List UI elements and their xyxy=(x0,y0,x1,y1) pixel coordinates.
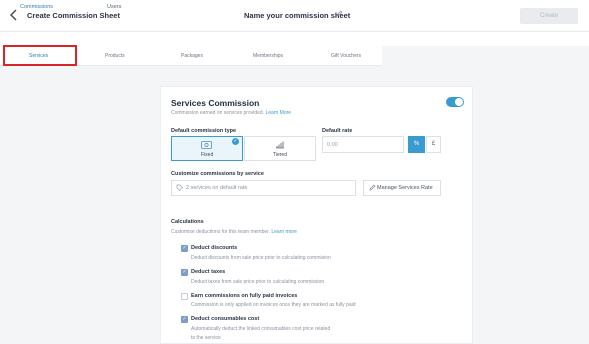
customize-label: Customize commissions by service xyxy=(171,171,264,177)
type-tiered-label: Tiered xyxy=(273,152,287,158)
tab-packages[interactable]: Packages xyxy=(181,53,203,59)
deduct-consumables-title: Deduct consumables cost xyxy=(191,316,260,322)
page-title: Create Commission Sheet xyxy=(27,11,120,20)
manage-services-rate-label: Manage Services Rate xyxy=(377,185,433,191)
calculations-subtitle: Customise deductions for this team membe… xyxy=(171,229,297,235)
create-button[interactable]: Create xyxy=(520,8,578,24)
deduct-consumables-checkbox[interactable]: ✓ xyxy=(181,316,188,323)
money-icon xyxy=(201,141,212,151)
primary-tabs xyxy=(0,32,589,46)
deduct-discounts-title: Deduct discounts xyxy=(191,245,238,251)
deduct-discounts-checkbox[interactable]: ✓ xyxy=(181,245,188,252)
deduct-taxes-title: Deduct taxes xyxy=(191,269,226,275)
percent-button[interactable]: % xyxy=(408,136,425,153)
sheet-name-field[interactable]: Name your commission sheet xyxy=(244,11,350,20)
default-rate-value: 0.00 xyxy=(327,142,338,148)
deduct-taxes-desc: Deduct taxes from sale price prior to ca… xyxy=(191,279,325,285)
deduct-discounts-desc: Deduct discounts from sale price prior t… xyxy=(191,255,331,261)
learn-more-link[interactable]: Learn More xyxy=(266,110,292,116)
default-rate-label: Default rate xyxy=(322,128,353,134)
default-type-label: Default commission type xyxy=(171,128,237,134)
pencil-icon[interactable] xyxy=(336,10,343,19)
tag-icon xyxy=(176,184,183,193)
fully-paid-invoices-checkbox[interactable] xyxy=(181,293,188,300)
tab-commissions[interactable]: Commissions xyxy=(20,4,53,10)
chevron-left-icon[interactable] xyxy=(10,9,22,23)
tab-gift-vouchers[interactable]: Gift Vouchers xyxy=(331,53,361,59)
pencil-icon xyxy=(369,184,376,193)
highlight-box xyxy=(3,45,77,66)
deduct-consumables-desc: Automatically deduct the linked consumab… xyxy=(191,326,331,332)
tab-users[interactable]: Users xyxy=(107,4,121,10)
deduct-taxes-checkbox[interactable]: ✓ xyxy=(181,269,188,276)
calculations-title: Calculations xyxy=(171,219,204,225)
card-subtitle: Commission earned on services provided. … xyxy=(171,110,291,116)
deduct-consumables-desc-2: to the service xyxy=(191,335,221,341)
check-icon: ✓ xyxy=(232,138,239,145)
fully-paid-invoices-title: Earn commissions on fully paid invoices xyxy=(191,293,298,299)
services-select-text: 2 services on default rate xyxy=(186,185,248,191)
tab-products[interactable]: Products xyxy=(105,53,125,59)
type-fixed-label: Fixed xyxy=(201,152,214,158)
card-title: Services Commission xyxy=(171,98,260,108)
calculations-learn-more-link[interactable]: Learn more xyxy=(271,229,297,235)
fully-paid-invoices-desc: Commission is only applied on invoices o… xyxy=(191,302,356,308)
calculations-subtitle-text: Customise deductions for this team membe… xyxy=(171,229,270,235)
currency-button[interactable]: £ xyxy=(426,136,441,153)
tab-memberships[interactable]: Memberships xyxy=(253,53,283,59)
tiered-chart-icon xyxy=(275,140,285,151)
services-commission-toggle[interactable] xyxy=(446,97,464,107)
toggle-knob xyxy=(455,98,463,106)
card-subtitle-text: Commission earned on services provided. xyxy=(171,110,265,116)
